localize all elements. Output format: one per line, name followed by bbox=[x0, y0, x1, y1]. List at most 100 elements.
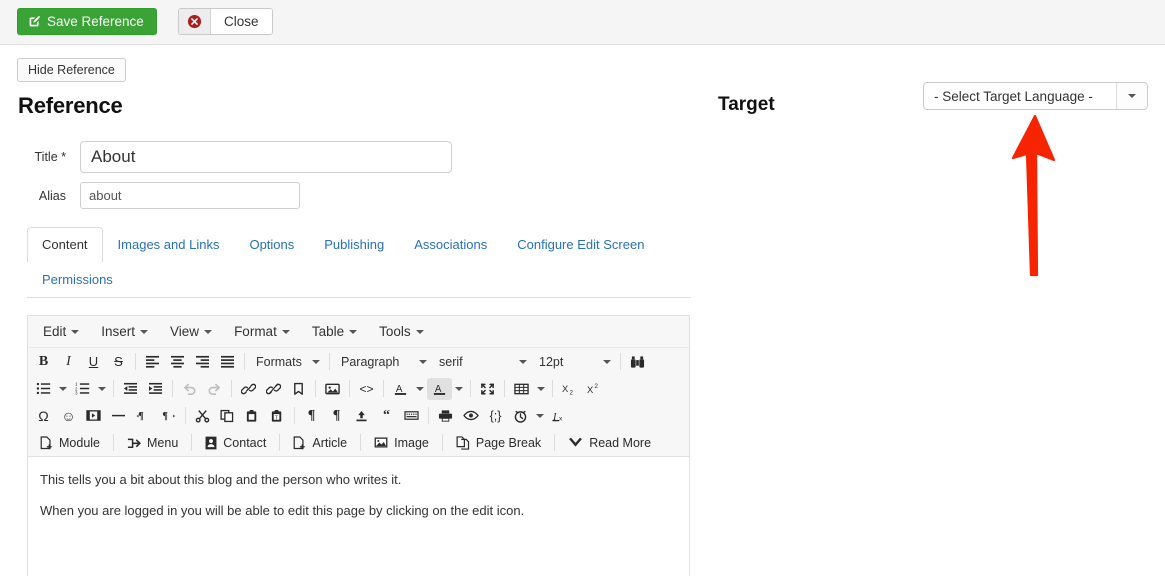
font-family-select[interactable]: serif bbox=[432, 351, 532, 373]
ltr-icon[interactable]: ¶ bbox=[131, 405, 156, 427]
special-character-icon[interactable]: Ω bbox=[31, 405, 56, 427]
tab-permissions[interactable]: Permissions bbox=[27, 262, 128, 298]
editor-toolbar-row-1: B I U S Formats Paragraph serif 12pt bbox=[28, 348, 689, 375]
font-size-label: 12pt bbox=[539, 354, 564, 369]
chevron-down-icon bbox=[415, 329, 424, 334]
annotation-arrow-up bbox=[1002, 112, 1072, 280]
close-button[interactable]: Close bbox=[211, 9, 272, 34]
link-icon[interactable] bbox=[236, 378, 261, 400]
insert-datetime-icon[interactable] bbox=[508, 405, 533, 427]
menu-edit[interactable]: Edit bbox=[32, 321, 90, 342]
toolbar-separator bbox=[428, 407, 429, 424]
show-blocks-icon[interactable]: ¶ bbox=[299, 405, 324, 427]
svg-text:X: X bbox=[587, 384, 594, 395]
insert-file-icon[interactable] bbox=[349, 405, 374, 427]
formats-label: Formats bbox=[256, 354, 302, 369]
text-color-icon[interactable]: A bbox=[388, 378, 413, 400]
underline-button[interactable]: U bbox=[81, 351, 106, 373]
page-break-button[interactable]: Page Break bbox=[447, 431, 550, 454]
strikethrough-button[interactable]: S bbox=[106, 351, 131, 373]
target-language-select[interactable]: - Select Target Language - bbox=[923, 82, 1148, 110]
template-icon[interactable]: {;} bbox=[483, 405, 508, 427]
hide-reference-button[interactable]: Hide Reference bbox=[17, 58, 126, 82]
paste-text-icon[interactable]: T bbox=[265, 405, 290, 427]
emoticon-icon[interactable]: ☺ bbox=[56, 405, 81, 427]
toolbar-separator bbox=[244, 353, 245, 370]
alias-input[interactable] bbox=[80, 182, 300, 209]
block-format-select[interactable]: Paragraph bbox=[334, 351, 432, 373]
align-left-icon[interactable] bbox=[140, 351, 165, 373]
bullet-list-icon[interactable] bbox=[31, 378, 56, 400]
table-options-icon[interactable] bbox=[534, 378, 548, 400]
redo-icon[interactable] bbox=[202, 378, 227, 400]
read-more-button[interactable]: Read More bbox=[559, 431, 660, 454]
table-icon[interactable] bbox=[509, 378, 534, 400]
source-code-icon[interactable]: <> bbox=[354, 378, 379, 400]
bullet-list-options-icon[interactable] bbox=[56, 378, 70, 400]
bold-button[interactable]: B bbox=[31, 351, 56, 373]
unlink-icon[interactable] bbox=[261, 378, 286, 400]
background-color-icon[interactable]: A bbox=[427, 377, 452, 400]
article-button[interactable]: Article bbox=[284, 431, 356, 454]
toolbar-separator bbox=[279, 434, 281, 451]
italic-button[interactable]: I bbox=[56, 351, 81, 373]
contact-button[interactable]: Contact bbox=[196, 431, 275, 454]
undo-icon[interactable] bbox=[177, 378, 202, 400]
menu-table[interactable]: Table bbox=[301, 321, 368, 342]
indent-icon[interactable] bbox=[143, 378, 168, 400]
background-color-options-icon[interactable] bbox=[452, 378, 466, 400]
outdent-icon[interactable] bbox=[118, 378, 143, 400]
print-icon[interactable] bbox=[433, 405, 458, 427]
horizontal-rule-icon[interactable] bbox=[106, 405, 131, 427]
menu-view-label: View bbox=[170, 324, 200, 339]
title-input[interactable] bbox=[80, 141, 452, 173]
tab-content[interactable]: Content bbox=[27, 227, 103, 263]
rtl-icon[interactable]: ¶ bbox=[156, 405, 181, 427]
numbered-list-options-icon[interactable] bbox=[95, 378, 109, 400]
text-color-options-icon[interactable] bbox=[413, 378, 427, 400]
image-icon[interactable] bbox=[320, 378, 345, 400]
menu-button[interactable]: Menu bbox=[118, 431, 187, 454]
superscript-icon[interactable]: X2 bbox=[582, 378, 607, 400]
font-size-select[interactable]: 12pt bbox=[532, 351, 616, 373]
tab-images-and-links[interactable]: Images and Links bbox=[103, 227, 235, 263]
menu-insert[interactable]: Insert bbox=[90, 321, 159, 342]
anchor-icon[interactable] bbox=[286, 378, 311, 400]
binoculars-icon[interactable] bbox=[625, 351, 650, 373]
numbered-list-icon[interactable]: 123 bbox=[70, 378, 95, 400]
preview-icon[interactable] bbox=[458, 405, 483, 427]
cut-icon[interactable] bbox=[190, 405, 215, 427]
save-reference-button[interactable]: Save Reference bbox=[17, 8, 157, 35]
paste-icon[interactable] bbox=[240, 405, 265, 427]
close-button-group[interactable]: Close bbox=[178, 8, 273, 35]
menu-view[interactable]: View bbox=[159, 321, 223, 342]
media-icon[interactable] bbox=[81, 405, 106, 427]
image-button[interactable]: Image bbox=[365, 431, 438, 454]
tab-options[interactable]: Options bbox=[234, 227, 309, 263]
menu-format[interactable]: Format bbox=[223, 321, 301, 342]
module-label: Module bbox=[59, 435, 100, 450]
tab-associations[interactable]: Associations bbox=[399, 227, 502, 263]
align-right-icon[interactable] bbox=[190, 351, 215, 373]
paragraph-icon[interactable]: ¶ bbox=[324, 405, 349, 427]
menu-tools[interactable]: Tools bbox=[368, 321, 435, 342]
svg-text:¶: ¶ bbox=[138, 411, 144, 422]
tab-configure-edit-screen[interactable]: Configure Edit Screen bbox=[502, 227, 659, 263]
remove-format-icon[interactable]: Ix bbox=[547, 405, 572, 427]
formats-select[interactable]: Formats bbox=[249, 351, 325, 373]
nonbreaking-icon[interactable] bbox=[399, 405, 424, 427]
toolbar-separator bbox=[349, 380, 350, 397]
copy-icon[interactable] bbox=[215, 405, 240, 427]
insert-datetime-options-icon[interactable] bbox=[533, 405, 547, 427]
align-justify-icon[interactable] bbox=[215, 351, 240, 373]
module-button[interactable]: Module bbox=[31, 431, 109, 454]
subscript-icon[interactable]: X2 bbox=[557, 378, 582, 400]
fullscreen-icon[interactable] bbox=[475, 378, 500, 400]
blockquote-icon[interactable]: “ bbox=[374, 405, 399, 427]
editor-content-area[interactable]: This tells you a bit about this blog and… bbox=[28, 457, 689, 577]
tab-publishing[interactable]: Publishing bbox=[309, 227, 399, 263]
chevron-down-icon[interactable] bbox=[1116, 83, 1147, 109]
align-center-icon[interactable] bbox=[165, 351, 190, 373]
editor-toolbar-row-2: 123 <> A A X 2 X 2 bbox=[28, 375, 689, 402]
cancel-circle-icon[interactable] bbox=[179, 9, 211, 34]
